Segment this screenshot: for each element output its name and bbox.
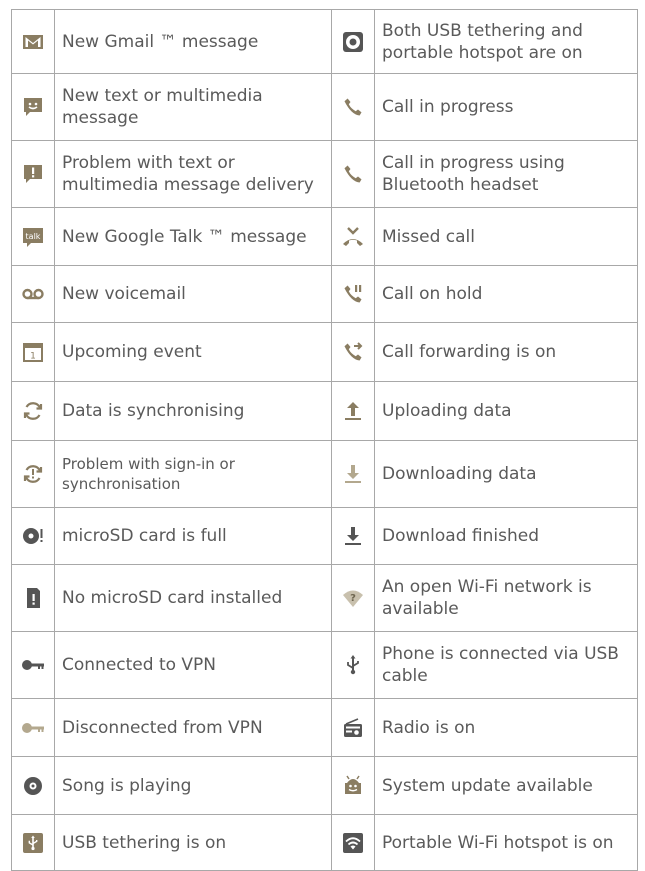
- wifi-hotspot-icon: [331, 815, 375, 870]
- table-cell: Problem with text or multimedia message …: [62, 153, 314, 195]
- table-row: No microSD card installed ? An open Wi-F…: [11, 565, 638, 632]
- table-row: talk New Google Talk ™ message Missed ca…: [11, 208, 638, 266]
- table-cell: Upcoming event: [62, 342, 202, 362]
- table-cell: Call in progress: [375, 74, 638, 140]
- text-message-icon: [11, 74, 55, 140]
- table-row: Disconnected from VPN Radio is on: [11, 699, 638, 757]
- calendar-icon: 1: [11, 323, 55, 381]
- table-cell: USB tethering is on: [62, 832, 227, 853]
- table-cell: New Gmail ™ message: [62, 31, 259, 52]
- table-cell: Data is synchronising: [62, 401, 245, 421]
- call-hold-icon: [331, 266, 375, 322]
- song-playing-icon: [11, 757, 55, 814]
- usb-icon: [331, 632, 375, 698]
- table-row: New text or multimedia message Call in p…: [11, 74, 638, 141]
- table-row: microSD card is full Download finished: [11, 508, 638, 565]
- table-cell: Missed call: [375, 208, 638, 265]
- no-sd-card-icon: [11, 565, 55, 631]
- table-row: Problem with text or multimedia message …: [11, 141, 638, 208]
- table-cell: New voicemail: [62, 284, 186, 304]
- table-row: Problem with sign-in or synchronisation …: [11, 441, 638, 508]
- table-cell: Downloading data: [375, 441, 638, 507]
- system-update-icon: [331, 757, 375, 814]
- table-cell: No microSD card installed: [62, 588, 283, 608]
- notification-icons-table: New Gmail ™ message Both USB tethering a…: [11, 9, 638, 871]
- svg-text:1: 1: [30, 352, 36, 362]
- table-row: Connected to VPN Phone is connected via …: [11, 632, 638, 699]
- sync-problem-icon: [11, 441, 55, 507]
- table-cell: Phone is connected via USB cable: [375, 632, 638, 698]
- download-finished-icon: [331, 508, 375, 564]
- phone-bluetooth-icon: [331, 141, 375, 207]
- vpn-key-icon: [11, 632, 55, 698]
- table-cell: Problem with sign-in or synchronisation: [62, 455, 235, 493]
- table-cell: Uploading data: [375, 382, 638, 440]
- table-cell: Portable Wi-Fi hotspot is on: [375, 815, 638, 870]
- radio-icon: [331, 699, 375, 756]
- table-cell: Call on hold: [375, 266, 638, 322]
- sd-card-full-icon: [11, 508, 55, 564]
- table-row: Data is synchronising Uploading data: [11, 382, 638, 441]
- upload-icon: [331, 382, 375, 440]
- download-icon: [331, 441, 375, 507]
- usb-tethering-icon: [11, 815, 55, 870]
- table-cell: Download finished: [375, 508, 638, 564]
- table-cell: Both USB tethering and portable hotspot …: [375, 10, 638, 73]
- table-cell: Song is playing: [62, 775, 192, 796]
- table-row: New Gmail ™ message Both USB tethering a…: [11, 10, 638, 74]
- svg-text:talk: talk: [26, 232, 41, 241]
- table-cell: Call forwarding is on: [375, 323, 638, 381]
- table-row: New voicemail Call on hold: [11, 266, 638, 323]
- table-cell: microSD card is full: [62, 526, 227, 546]
- table-cell: Call in progress using Bluetooth headset: [375, 141, 638, 207]
- sync-icon: [11, 382, 55, 440]
- table-cell: Connected to VPN: [62, 655, 217, 675]
- table-cell: Radio is on: [375, 699, 638, 756]
- phone-icon: [331, 74, 375, 140]
- table-row: USB tethering is on Portable Wi-Fi hotsp…: [11, 815, 638, 871]
- open-wifi-icon: ?: [331, 565, 375, 631]
- svg-text:?: ?: [350, 593, 356, 604]
- table-cell: Disconnected from VPN: [62, 717, 263, 738]
- table-cell: New text or multimedia message: [62, 86, 263, 128]
- usb-and-hotspot-icon: [331, 10, 375, 73]
- table-row: Song is playing System update available: [11, 757, 638, 815]
- table-cell: New Google Talk ™ message: [62, 226, 307, 247]
- call-forward-icon: [331, 323, 375, 381]
- google-talk-icon: talk: [11, 208, 55, 265]
- gmail-icon: [11, 10, 55, 73]
- vpn-key-disconnected-icon: [11, 699, 55, 756]
- message-problem-icon: [11, 141, 55, 207]
- table-cell: System update available: [375, 757, 638, 814]
- table-row: 1 Upcoming event Call forwarding is on: [11, 323, 638, 382]
- missed-call-icon: [331, 208, 375, 265]
- voicemail-icon: [11, 266, 55, 322]
- table-cell: An open Wi-Fi network is available: [375, 565, 638, 631]
